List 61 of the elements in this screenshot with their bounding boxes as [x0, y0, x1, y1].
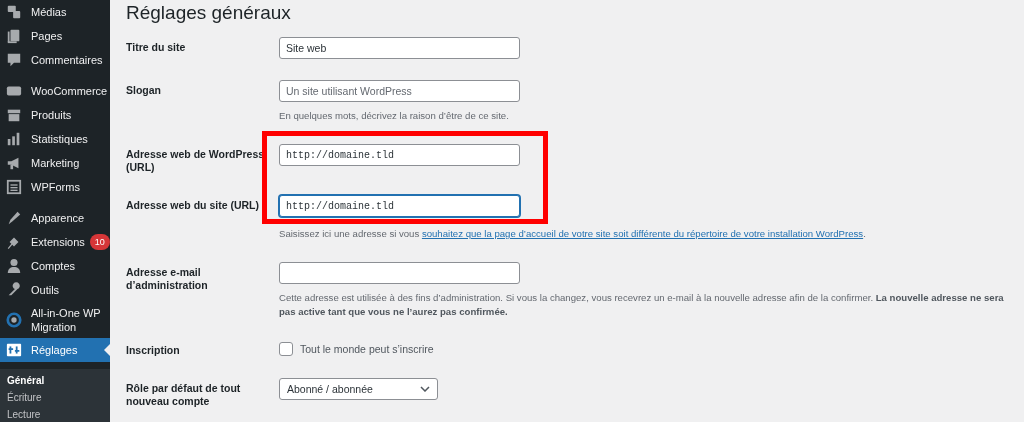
- field-label: Rôle par défaut de tout nouveau compte: [126, 381, 242, 408]
- checkbox-label[interactable]: Tout le monde peut s’inscrire: [300, 343, 434, 355]
- url-field[interactable]: http://domaine.tld: [279, 144, 520, 166]
- chevron-down-icon: [420, 386, 430, 392]
- field-description: Saisissez ici une adresse si vous souhaitez que la page d’accueil de votre site soit différente du répertoire de votre installation WordPress.: [279, 227, 867, 241]
- field-description: En quelques mots, décrivez la raison d’être de ce site.: [279, 109, 510, 123]
- sidebar-item-label: Extensions: [31, 235, 85, 249]
- field-label: Adresse web de WordPress (URL): [126, 147, 266, 174]
- sidebar-item-label: WooCommerce: [31, 84, 108, 98]
- sidebar-item-label: Comptes: [31, 259, 76, 273]
- sidebar-item-label: Médias: [31, 5, 67, 19]
- count-badge: 10: [89, 234, 110, 250]
- sidebar-item-label: Produits: [31, 108, 72, 122]
- sidebar-item[interactable]: Apparence: [0, 206, 110, 230]
- field-label: Adresse e-mail d’administration: [126, 265, 209, 293]
- submenu-item[interactable]: Général: [0, 372, 110, 389]
- bar-chart-icon: [6, 131, 22, 147]
- sidebar-item-label: WPForms: [31, 180, 80, 194]
- sidebar-item[interactable]: WPForms: [0, 175, 110, 199]
- user-icon: [6, 258, 22, 274]
- pages-icon: [6, 28, 22, 44]
- page-title: Réglages généraux: [126, 2, 291, 24]
- sidebar-item[interactable]: Extensions 10: [0, 230, 110, 254]
- settings-icon: [6, 342, 22, 358]
- sidebar-item[interactable]: WooCommerce: [0, 79, 110, 103]
- sidebar-item[interactable]: Marketing: [0, 151, 110, 175]
- sidebar-item-label: Pages: [31, 29, 63, 43]
- brush-icon: [6, 210, 22, 226]
- sidebar-item[interactable]: Outils: [0, 278, 110, 302]
- sidebar-item[interactable]: Produits: [0, 103, 110, 127]
- checkbox[interactable]: [279, 342, 293, 356]
- url-field[interactable]: http://domaine.tld: [279, 195, 520, 217]
- role-dropdown[interactable]: Abonné / abonnée: [279, 378, 438, 400]
- sidebar-item-label: Statistiques: [31, 132, 88, 146]
- sidebar-item-label: Outils: [31, 283, 60, 297]
- field-label: Adresse web du site (URL): [126, 198, 261, 213]
- sidebar-item-label: All-in-One WP Migration: [31, 306, 102, 334]
- form-icon: [6, 179, 22, 195]
- field-description: Cette adresse est utilisée à des fins d’administration. Si vous la changez, vous recevrez un e-mail à la nouvelle adresse afin de la confirmer. La nouvelle adresse ne sera pas active tant que vous ne l’aurez pas confirmée.: [279, 291, 1005, 319]
- sidebar-item-label: Commentaires: [31, 53, 103, 67]
- sidebar-item-label: Marketing: [31, 156, 80, 170]
- email-field[interactable]: [279, 262, 520, 284]
- circle-icon: [6, 312, 22, 328]
- submenu-item[interactable]: Lecture: [0, 406, 110, 422]
- sidebar-item[interactable]: All-in-One WP Migration: [0, 302, 110, 338]
- sidebar-item[interactable]: Pages: [0, 24, 110, 48]
- field-label: Slogan: [126, 83, 162, 98]
- comment-icon: [6, 52, 22, 68]
- field-label: Inscription: [126, 343, 181, 357]
- submenu-item[interactable]: Écriture: [0, 389, 110, 406]
- sidebar-item[interactable]: Réglages: [0, 338, 110, 362]
- sidebar-item[interactable]: Commentaires: [0, 48, 110, 72]
- field-label: Titre du site: [126, 40, 187, 55]
- sidebar-item-label: Réglages: [31, 343, 78, 357]
- text-field[interactable]: Un site utilisant WordPress: [279, 80, 520, 102]
- sidebar-item-label: Apparence: [31, 211, 85, 225]
- sidebar-item[interactable]: Statistiques: [0, 127, 110, 151]
- box-icon: [6, 107, 22, 123]
- text-field[interactable]: Site web: [279, 37, 520, 59]
- sidebar-item[interactable]: Comptes: [0, 254, 110, 278]
- sidebar-item[interactable]: Médias: [0, 0, 110, 24]
